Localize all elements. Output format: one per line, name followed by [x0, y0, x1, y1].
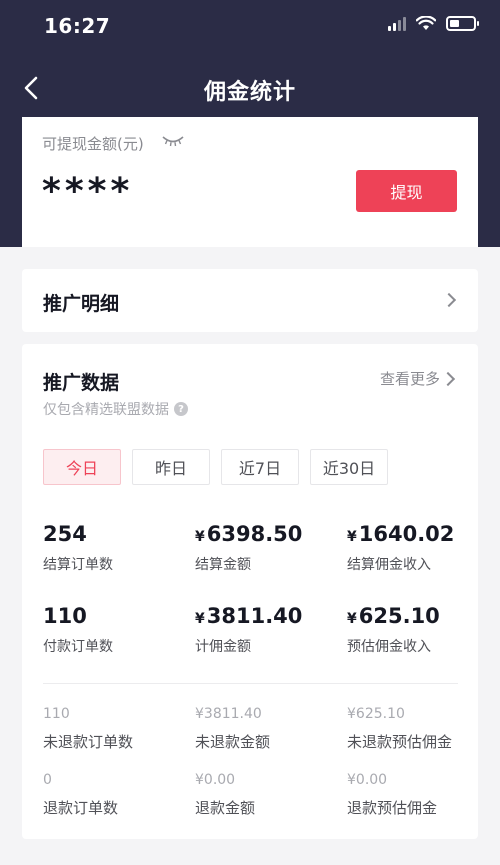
status-icons — [388, 16, 479, 31]
promo-detail-label: 推广明细 — [43, 293, 120, 315]
sub-stat-refunded-orders: 0 退款订单数 — [43, 772, 118, 818]
nav-bar: 佣金统计 — [0, 62, 500, 114]
sub-stat-unrefunded-orders: 110 未退款订单数 — [43, 706, 133, 752]
sub-stat-value: ¥625.10 — [347, 706, 405, 722]
balance-label: 可提现金额(元) — [42, 135, 144, 153]
stat-settled-amount: ¥6398.50 结算金额 — [195, 522, 302, 574]
stat-value: 110 — [43, 604, 87, 628]
stat-label: 结算金额 — [195, 557, 251, 573]
wifi-icon — [416, 16, 436, 30]
sub-stat-value: ¥0.00 — [347, 772, 388, 788]
sub-stat-value: 110 — [43, 706, 70, 722]
stat-label: 付款订单数 — [43, 639, 113, 655]
eye-closed-icon[interactable] — [162, 134, 184, 148]
sub-stat-value: ¥0.00 — [195, 772, 236, 788]
stat-settled-commission: ¥1640.02 结算佣金收入 — [347, 522, 454, 574]
signal-icon — [388, 16, 406, 31]
sub-stat-unrefunded-commission: ¥625.10 未退款预估佣金 — [347, 706, 452, 752]
status-time: 16:27 — [44, 14, 111, 38]
stat-value: ¥1640.02 — [347, 522, 455, 546]
sub-stat-label: 未退款金额 — [195, 733, 271, 751]
sub-stat-refunded-commission: ¥0.00 退款预估佣金 — [347, 772, 437, 818]
stat-commission-base: ¥3811.40 计佣金额 — [195, 604, 302, 656]
tab-last-7-days[interactable]: 近7日 — [221, 449, 299, 485]
stat-value: 254 — [43, 522, 87, 546]
sub-stat-label: 未退款订单数 — [43, 733, 134, 751]
stat-value: ¥3811.40 — [195, 604, 303, 628]
promo-data-card: 推广数据 查看更多 仅包含精选联盟数据 ? 今日 昨日 近7日 近30日 254… — [22, 344, 478, 839]
chevron-right-icon — [440, 371, 456, 387]
tab-yesterday[interactable]: 昨日 — [132, 449, 210, 485]
sub-stat-label: 未退款预估佣金 — [347, 733, 453, 751]
balance-value: **** — [42, 171, 134, 212]
subtitle-text: 仅包含精选联盟数据 — [43, 402, 169, 418]
sub-stat-value: 0 — [43, 772, 52, 788]
balance-card: 可提现金额(元) **** 提现 — [22, 117, 478, 247]
sub-stat-unrefunded-amount: ¥3811.40 未退款金额 — [195, 706, 270, 752]
promo-data-title: 推广数据 — [43, 372, 120, 394]
stat-settled-orders: 254 结算订单数 — [43, 522, 113, 574]
stat-estimated-commission: ¥625.10 预估佣金收入 — [347, 604, 440, 656]
tab-last-30-days[interactable]: 近30日 — [310, 449, 388, 485]
help-icon[interactable]: ? — [174, 402, 188, 416]
status-bar: 16:27 — [0, 0, 500, 56]
sub-stat-label: 退款预估佣金 — [347, 799, 438, 817]
promo-data-subtitle: 仅包含精选联盟数据 ? — [43, 399, 188, 419]
tab-today[interactable]: 今日 — [43, 449, 121, 485]
battery-icon — [446, 16, 479, 31]
promo-detail-row[interactable]: 推广明细 — [22, 269, 478, 332]
sub-stat-label: 退款订单数 — [43, 799, 119, 817]
view-more-label: 查看更多 — [379, 370, 440, 388]
page-title: 佣金统计 — [203, 80, 296, 105]
divider — [43, 683, 458, 684]
stat-value: ¥625.10 — [347, 604, 440, 628]
sub-stat-value: ¥3811.40 — [195, 706, 262, 722]
chevron-right-icon — [441, 292, 457, 308]
sub-stat-label: 退款金额 — [195, 799, 256, 817]
sub-stat-refunded-amount: ¥0.00 退款金额 — [195, 772, 255, 818]
stat-label: 计佣金额 — [195, 639, 251, 655]
stat-label: 结算订单数 — [43, 557, 113, 573]
stat-label: 预估佣金收入 — [347, 639, 431, 655]
view-more-link[interactable]: 查看更多 — [380, 368, 456, 389]
stat-label: 结算佣金收入 — [347, 557, 431, 573]
stat-value: ¥6398.50 — [195, 522, 303, 546]
date-range-tabs: 今日 昨日 近7日 近30日 — [43, 449, 388, 485]
withdraw-button[interactable]: 提现 — [356, 170, 457, 212]
stat-paid-orders: 110 付款订单数 — [43, 604, 113, 656]
